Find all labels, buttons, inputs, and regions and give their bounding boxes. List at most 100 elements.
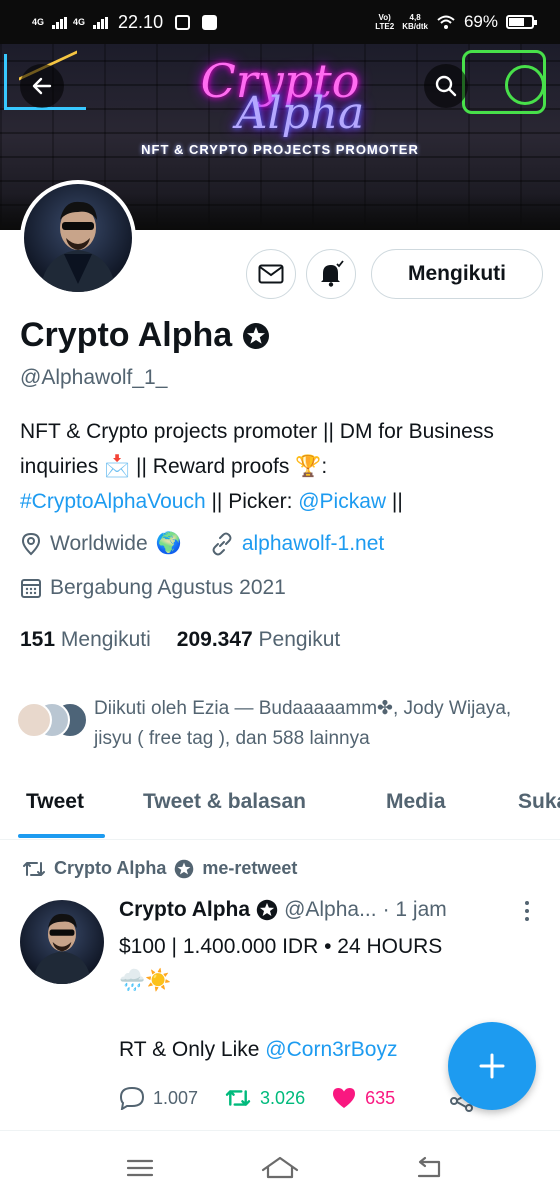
avatar-illustration [32,913,92,984]
battery-level [509,18,525,26]
calendar-icon [21,579,41,598]
tweet-text-line1: $100 | 1.400.000 IDR • 24 HOURS [119,935,443,958]
compose-tweet-button[interactable] [448,1022,536,1110]
follower-avatars [16,702,94,742]
following-count: 151 [20,628,56,651]
tab-media[interactable]: Media [386,790,446,814]
status-bar: 4G 4G 22.10 Vo) LTE2 4,8 KB/dtk 69% [0,0,560,44]
profile-meta-joined-row: Bergabung Agustus 2021 [20,576,286,600]
followed-by-text: Diikuti oleh Ezia — Budaaaaamm✤, Jody Wi… [94,698,512,749]
battery-percent: 69% [463,12,498,31]
network-speed: 4,8 KB/dtk [402,13,428,31]
back-button[interactable] [20,64,64,108]
avatar-illustration [40,201,116,292]
active-tab-indicator [18,834,105,838]
like-count: 635 [365,1087,396,1108]
profile-meta-location-row: Worldwide 🌍 alphawolf-1.net [20,532,384,556]
network-indicator-1: 4G [32,17,45,27]
tweet-actions: 1.007 3.026 635 [119,1086,479,1110]
tweet-mention-link[interactable]: @Corn3rBoyz [265,1038,397,1061]
reply-action[interactable]: 1.007 [119,1086,198,1110]
tweet-author-name[interactable]: Crypto Alpha [119,898,250,922]
tweet-author-handle[interactable]: @Alpha... [284,898,377,922]
website-link[interactable]: alphawolf-1.net [242,532,384,556]
tweet-text-emoji: 🌧️☀️ [119,969,172,992]
notification-button[interactable] [306,249,356,299]
profile-name-text: Crypto Alpha [20,316,233,354]
globe-emoji: 🌍 [155,532,182,555]
search-button[interactable] [424,64,468,108]
bio-mention-link[interactable]: @Pickaw [298,490,386,513]
following-stat[interactable]: 151 Mengikuti [20,628,151,652]
recent-apps-button[interactable] [120,1153,160,1183]
verified-icon [256,899,278,921]
profile-name: Crypto Alpha [20,316,270,355]
message-button[interactable] [246,249,296,299]
tweet-avatar[interactable] [20,900,104,984]
followed-by[interactable]: Diikuti oleh Ezia — Budaaaaamm✤, Jody Wi… [16,694,546,754]
profile-tabs: Tweet Tweet & balasan Media Suka [0,774,560,840]
retweet-action[interactable]: 3.026 [224,1087,305,1109]
bio-text-2: || Reward proofs [130,455,296,478]
home-icon [261,1156,299,1179]
tweet-header: Crypto Alpha @Alpha... · 1 jam [119,898,539,922]
plus-icon [479,1053,505,1079]
network-speed-value: 4,8 [409,13,421,22]
signal-icon [52,16,68,29]
retweet-suffix: me-retweet [202,858,298,878]
profile-handle: @Alphawolf_1_ [20,366,168,389]
tweet-text-prefix: RT & Only Like [119,1038,266,1061]
volte-indicator: Vo) LTE2 [375,13,395,31]
clock: 22.10 [118,12,164,32]
following-label: Mengikuti [60,628,151,651]
followers-count: 209.347 [176,628,253,651]
back-nav-button[interactable] [408,1153,448,1183]
following-button[interactable]: Mengikuti [371,249,543,299]
tab-tweet[interactable]: Tweet [26,790,84,814]
bio-text-5: || [386,490,403,513]
reply-icon [119,1086,145,1110]
bio-hashtag-link[interactable]: #CryptoAlphaVouch [20,490,206,513]
joined-date: Bergabung Agustus 2021 [50,576,286,599]
bio-text-4: || Picker: [205,490,299,513]
like-action[interactable]: 635 [331,1086,395,1110]
network-indicator-2: 4G [73,17,86,27]
tweet-time: · 1 jam [382,898,447,921]
follow-stats: 151 Mengikuti 209.347 Pengikut [20,628,340,652]
network-speed-unit: KB/dtk [402,22,428,31]
tab-likes[interactable]: Suka [518,790,560,814]
notification-icon-2 [202,15,218,30]
mail-icon [258,264,284,284]
followers-label: Pengikut [258,628,341,651]
profile-bio: NFT & Crypto projects promoter || DM for… [20,414,540,519]
wifi-icon [437,15,455,29]
location-icon [21,532,41,556]
location-text: Worldwide [50,532,148,555]
back-nav-icon [417,1156,441,1178]
retweet-label: Crypto Alpha me-retweet [22,858,297,879]
retweet-count: 3.026 [260,1087,306,1108]
avatar [16,702,52,738]
followers-stat[interactable]: 209.347 Pengikut [177,628,341,652]
tweet-text-line3: RT & Only Like @Corn3rBoyz [119,1038,398,1062]
reply-count: 1.007 [153,1087,199,1108]
bell-icon [321,260,344,287]
incoming-envelope-emoji: 📩 [104,455,131,478]
notification-icon [175,15,191,30]
signal-icon-2 [93,16,109,29]
more-icon[interactable] [524,900,530,922]
profile-avatar[interactable] [20,180,136,296]
verified-icon [175,859,194,878]
system-navigation-bar [0,1130,560,1200]
home-button[interactable] [260,1153,300,1183]
battery-icon [506,15,537,29]
banner-logo [462,50,546,114]
tweet-text: $100 | 1.400.000 IDR • 24 HOURS 🌧️☀️ [119,930,539,998]
search-icon [435,75,457,97]
bio-text-3: : [321,455,328,478]
tab-tweet-replies[interactable]: Tweet & balasan [143,790,306,814]
retweeter-name[interactable]: Crypto Alpha [54,858,166,879]
retweet-icon [225,1090,251,1106]
banner-subtitle: NFT & CRYPTO PROJECTS PROMOTER [141,142,419,157]
like-icon [333,1088,356,1108]
